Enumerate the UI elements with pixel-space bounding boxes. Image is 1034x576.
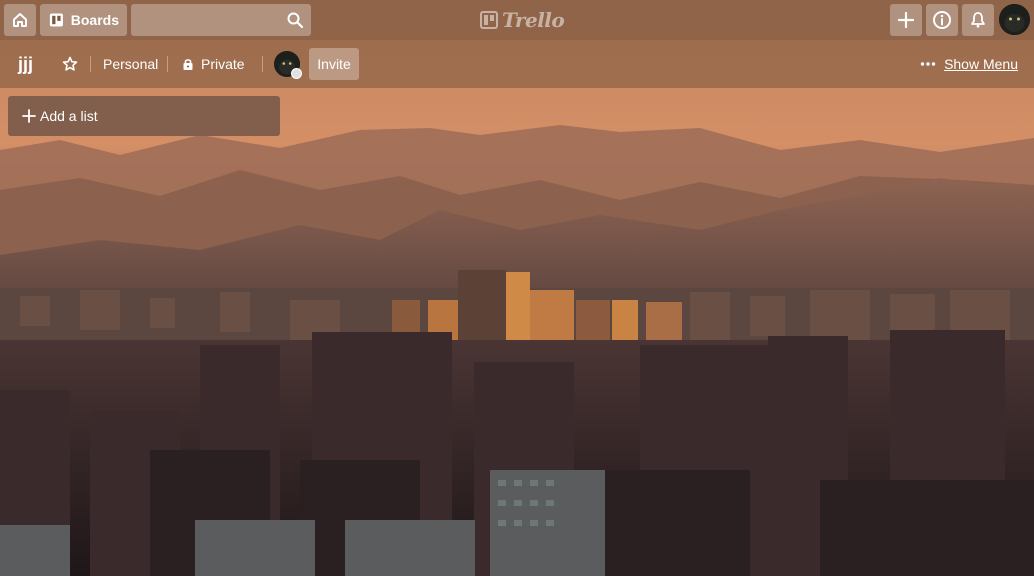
- boards-button[interactable]: Boards: [40, 4, 127, 36]
- separator: [90, 56, 91, 72]
- home-button[interactable]: [4, 4, 36, 36]
- separator: [167, 56, 168, 72]
- home-icon: [13, 13, 27, 27]
- bell-icon: [971, 12, 985, 28]
- search-icon[interactable]: [286, 11, 304, 29]
- user-avatar[interactable]: [999, 4, 1030, 35]
- add-list-label: Add a list: [40, 108, 98, 124]
- more-icon: [920, 62, 936, 66]
- create-button[interactable]: [890, 4, 922, 36]
- trello-logo[interactable]: Trello: [480, 8, 565, 32]
- lock-icon: [183, 59, 193, 70]
- board-team-label: Personal: [103, 56, 159, 72]
- member-avatar[interactable]: [274, 51, 302, 79]
- show-menu-label: Show Menu: [944, 56, 1018, 72]
- boards-icon: [49, 13, 63, 27]
- trello-logo-text: Trello: [502, 8, 565, 32]
- board-team-button[interactable]: Personal: [103, 50, 158, 78]
- trello-logo-icon: [480, 11, 498, 29]
- separator: [262, 56, 263, 72]
- top-header: Boards Trello: [0, 0, 1034, 40]
- search-box[interactable]: [131, 4, 311, 36]
- avatar-image: [999, 4, 1030, 35]
- admin-badge-icon: [291, 68, 302, 79]
- plus-icon: [22, 109, 36, 123]
- notifications-button[interactable]: [962, 4, 994, 36]
- add-list-button[interactable]: Add a list: [8, 96, 280, 136]
- boards-label: Boards: [70, 12, 119, 28]
- info-button[interactable]: [926, 4, 958, 36]
- invite-button[interactable]: Invite: [309, 48, 359, 80]
- star-board-button[interactable]: [60, 50, 80, 78]
- board-header: jjj Personal Private Invite Show Menu: [0, 40, 1034, 88]
- search-input[interactable]: [131, 4, 311, 36]
- board-visibility-label: Private: [201, 56, 245, 72]
- plus-icon: [897, 11, 915, 29]
- star-icon: [62, 56, 78, 71]
- board-title[interactable]: jjj: [12, 50, 39, 78]
- show-menu-button[interactable]: Show Menu: [920, 50, 1018, 78]
- board-visibility-button[interactable]: Private: [181, 50, 245, 78]
- info-icon: [933, 11, 951, 29]
